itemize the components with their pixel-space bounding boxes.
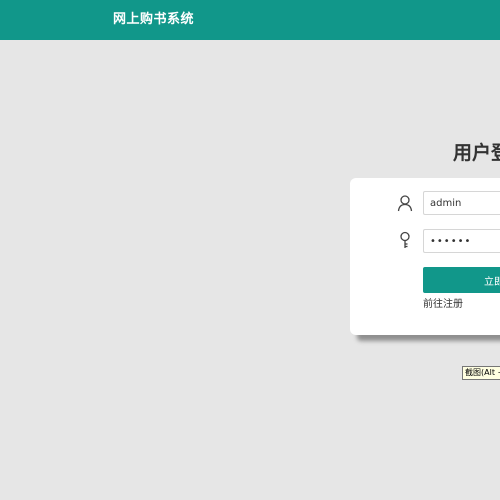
screenshot-tooltip: 截图(Alt + — [462, 366, 500, 380]
key-icon — [397, 231, 413, 249]
page: 网上购书系统 用户登 立即 前往注册 截图(Alt + — [0, 0, 500, 500]
login-button[interactable]: 立即 — [423, 267, 500, 293]
username-input[interactable] — [423, 191, 500, 215]
app-title: 网上购书系统 — [113, 12, 195, 27]
top-nav-bar: 网上购书系统 — [0, 0, 500, 40]
login-title: 用户登 — [453, 142, 500, 164]
user-icon — [397, 194, 413, 212]
password-input[interactable] — [423, 229, 500, 253]
register-link[interactable]: 前往注册 — [423, 298, 463, 312]
